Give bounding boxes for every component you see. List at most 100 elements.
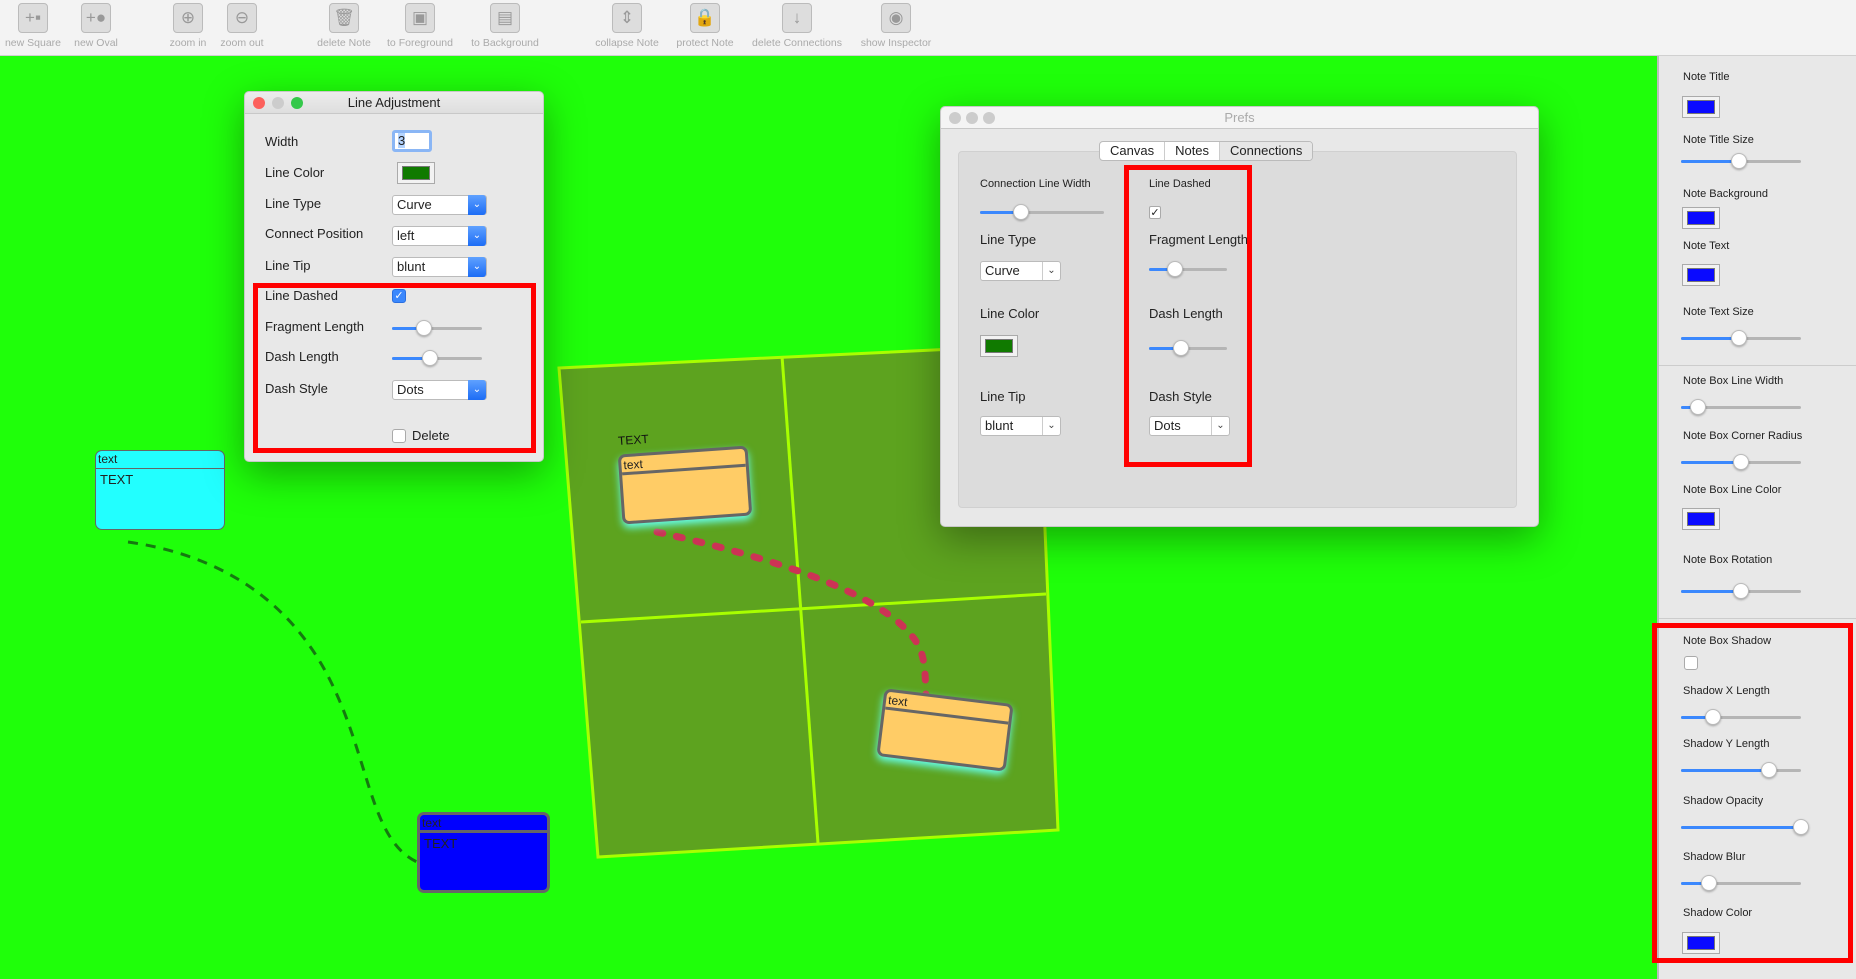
line-color-swatch — [402, 166, 430, 180]
divider — [1659, 365, 1856, 366]
corner-radius-slider[interactable] — [1681, 454, 1801, 470]
divider — [1659, 618, 1856, 619]
slider-knob[interactable] — [1730, 153, 1747, 169]
width-input[interactable]: 3 — [392, 130, 432, 152]
note-cyan[interactable]: text TEXT — [95, 450, 225, 530]
tab-notes[interactable]: Notes — [1165, 142, 1221, 160]
trash-icon: 🗑 — [329, 3, 359, 33]
select-value: blunt — [985, 418, 1014, 433]
prefs-titlebar[interactable]: Prefs — [941, 107, 1538, 129]
width-label: Width — [265, 134, 299, 149]
chevron-down-icon: ⌄ — [1042, 262, 1060, 280]
note-text-label: Note Text — [1683, 240, 1730, 252]
slider-knob[interactable] — [1733, 583, 1749, 599]
chevron-down-icon: ⌄ — [468, 226, 486, 246]
close-button[interactable] — [949, 112, 961, 124]
toolbar-label: zoom out — [220, 37, 264, 49]
note-title: text — [420, 815, 547, 833]
to-background-icon: ▤ — [490, 3, 520, 33]
color-swatch — [1687, 268, 1715, 282]
zoom-out-icon: ⊖ — [227, 3, 257, 33]
line-adjustment-window: Line Adjustment Width 3 Line Color Line … — [244, 91, 544, 462]
slider-knob[interactable] — [1733, 454, 1749, 470]
protect-note-button[interactable]: 🔒 protect Note — [660, 3, 750, 49]
note-background-color-well[interactable] — [1682, 207, 1720, 229]
line-tip-label: Line Tip — [980, 389, 1026, 404]
color-swatch — [1687, 211, 1715, 225]
select-value: left — [397, 228, 415, 243]
line-type-label: Line Type — [265, 196, 322, 211]
prefs-window: Prefs Canvas Notes Connections Connectio… — [940, 106, 1539, 527]
note-background-label: Note Background — [1683, 188, 1768, 200]
note-overlay-text: TEXT — [617, 431, 650, 449]
zoom-button[interactable] — [983, 112, 995, 124]
line-color-well[interactable] — [1682, 508, 1720, 530]
slider-knob[interactable] — [1730, 330, 1747, 346]
minimize-button[interactable] — [272, 97, 284, 109]
rotation-label: Note Box Rotation — [1683, 554, 1773, 566]
prefs-tabs: Canvas Notes Connections — [1099, 141, 1314, 161]
toolbar-label: collapse Note — [595, 37, 659, 49]
note-blue[interactable]: text TEXT — [417, 812, 550, 893]
note-text-size-slider[interactable] — [1681, 330, 1801, 346]
line-adjustment-titlebar[interactable]: Line Adjustment — [245, 92, 543, 114]
tab-connections[interactable]: Connections — [1220, 142, 1313, 160]
line-tip-label: Line Tip — [265, 258, 311, 273]
collapse-note-button[interactable]: ⇕ collapse Note — [582, 3, 672, 49]
line-type-select[interactable]: Curve ⌄ — [392, 195, 487, 215]
delete-connections-icon: ↓ — [782, 3, 812, 33]
zoom-out-button[interactable]: ⊖ zoom out — [197, 3, 287, 49]
lock-icon: 🔒 — [690, 3, 720, 33]
line-tip-select[interactable]: blunt ⌄ — [392, 257, 487, 277]
chevron-down-icon: ⌄ — [468, 195, 486, 215]
select-value: Curve — [397, 197, 432, 212]
toolbar-label: protect Note — [676, 37, 734, 49]
show-inspector-button[interactable]: ◉ show Inspector — [851, 3, 941, 49]
note-title-size-slider[interactable] — [1681, 153, 1801, 169]
window-title: Prefs — [1224, 110, 1255, 125]
chevron-down-icon: ⌄ — [468, 257, 486, 277]
rotation-slider[interactable] — [1681, 583, 1801, 599]
connection-line-green — [127, 540, 418, 864]
slider-fill — [1681, 337, 1739, 340]
line-type-label: Line Type — [980, 232, 1037, 247]
toolbar: +▪ new Square +● new Oval ⊕ zoom in ⊖ zoom out 🗑… — [0, 0, 1856, 56]
new-oval-icon: +● — [81, 3, 111, 33]
note-title-label: Note Title — [1683, 71, 1730, 83]
slider-fill — [1681, 160, 1739, 163]
line-width-slider[interactable] — [1681, 399, 1801, 415]
zoom-button[interactable] — [291, 97, 303, 109]
to-foreground-button[interactable]: ▣ to Foreground — [375, 3, 465, 49]
note-text-color-well[interactable] — [1682, 264, 1720, 286]
tab-canvas[interactable]: Canvas — [1100, 142, 1166, 160]
select-value: blunt — [397, 259, 426, 274]
note-title-color-well[interactable] — [1682, 96, 1720, 118]
highlight-box — [253, 283, 536, 453]
delete-connections-button[interactable]: ↓ delete Connections — [752, 3, 842, 49]
width-value: 3 — [398, 133, 406, 148]
to-foreground-icon: ▣ — [405, 3, 435, 33]
line-color-well[interactable] — [397, 162, 435, 184]
line-type-select[interactable]: Curve ⌄ — [980, 261, 1061, 281]
new-oval-button[interactable]: +● new Oval — [51, 3, 141, 49]
line-tip-select[interactable]: blunt ⌄ — [980, 416, 1061, 436]
note-title: text — [620, 448, 746, 476]
note-text-size-label: Note Text Size — [1683, 306, 1754, 318]
toolbar-label: to Background — [471, 37, 539, 49]
line-color-well[interactable] — [980, 335, 1018, 357]
note-body: TEXT — [100, 472, 134, 487]
highlight-box — [1652, 623, 1853, 963]
connect-position-label: Connect Position — [265, 226, 364, 241]
connection-line-width-slider[interactable] — [980, 204, 1104, 220]
note-orange-1[interactable]: text — [617, 445, 753, 525]
toolbar-label: show Inspector — [860, 37, 932, 49]
minimize-button[interactable] — [966, 112, 978, 124]
eye-icon: ◉ — [881, 3, 911, 33]
slider-knob[interactable] — [1012, 204, 1029, 220]
close-button[interactable] — [253, 97, 265, 109]
connect-position-select[interactable]: left ⌄ — [392, 226, 487, 246]
slider-knob[interactable] — [1689, 399, 1706, 415]
connection-line-width-label: Connection Line Width — [980, 178, 1091, 190]
to-background-button[interactable]: ▤ to Background — [460, 3, 550, 49]
line-color-label: Note Box Line Color — [1683, 484, 1782, 496]
